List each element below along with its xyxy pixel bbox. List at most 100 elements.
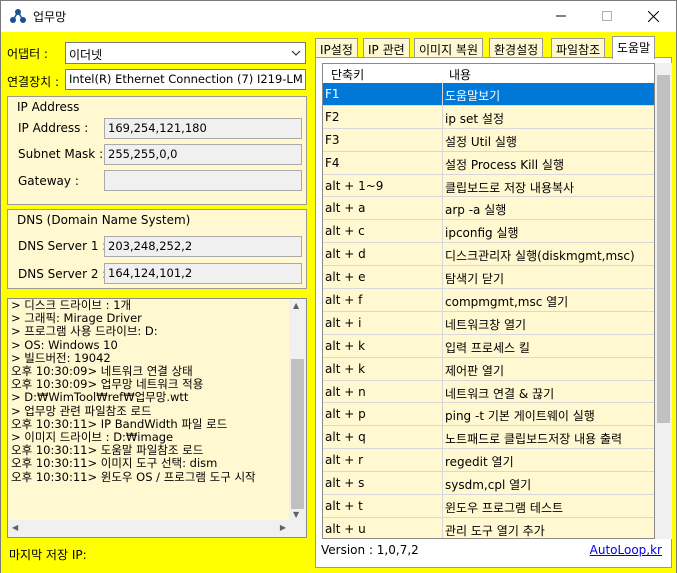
tab-image-restore[interactable]: 이미지 복원 bbox=[414, 38, 484, 58]
table-row[interactable]: alt + d 디스크관리자 실행(diskmgmt,msc) bbox=[323, 243, 654, 267]
column-divider bbox=[442, 220, 443, 243]
column-divider bbox=[442, 174, 443, 197]
table-row[interactable]: alt + u 관리 도구 열기 추가 bbox=[323, 517, 654, 538]
description-cell: 디스크관리자 실행(diskmgmt,msc) bbox=[445, 249, 635, 264]
table-row[interactable]: F2 ip set 설정 bbox=[323, 105, 654, 129]
scroll-up-icon[interactable]: ▲ bbox=[293, 301, 299, 310]
table-row[interactable]: alt + r regedit 열기 bbox=[323, 449, 654, 473]
help-tab-panel: 단축키 내용 F1 도움말보기 F2 ip set 설정 F3 설정 Util 실행 F4 설… bbox=[315, 57, 672, 568]
shortcut-cell: alt + 1~9 bbox=[325, 178, 384, 193]
log-line: > 업무망 관련 파일참조 로드 bbox=[11, 403, 152, 418]
description-cell: 도움말보기 bbox=[445, 89, 501, 103]
table-row[interactable]: alt + i 네트워크창 열기 bbox=[323, 311, 654, 335]
shortcut-cell: F3 bbox=[325, 132, 340, 147]
shortcut-cell: alt + q bbox=[325, 430, 366, 445]
table-row[interactable]: F4 설정 Process Kill 실행 bbox=[323, 151, 654, 175]
log-line: 오후 10:30:11> 이미지 도구 선택: dism bbox=[11, 456, 218, 471]
table-row[interactable]: alt + a arp -a 실행 bbox=[323, 197, 654, 221]
shortcut-cell: alt + p bbox=[325, 407, 366, 422]
shortcut-cell: alt + k bbox=[325, 338, 366, 353]
table-row[interactable]: alt + f compmgmt,msc 열기 bbox=[323, 289, 654, 312]
table-row[interactable]: alt + n 네트워크 연결 & 끊기 bbox=[323, 380, 654, 404]
tab-file-reference[interactable]: 파일참조 bbox=[551, 38, 606, 58]
gateway-field[interactable] bbox=[104, 170, 302, 191]
table-row[interactable]: alt + q 노트패드로 클립보드저장 내용 출력 bbox=[323, 426, 654, 450]
shortcut-cell: alt + f bbox=[325, 293, 363, 308]
network-app-icon bbox=[10, 9, 26, 23]
shortcut-cell: alt + s bbox=[325, 476, 365, 491]
scroll-left-icon[interactable]: ◀ bbox=[12, 523, 18, 532]
table-row[interactable]: alt + t 윈도우 프로그램 테스트 bbox=[323, 495, 654, 518]
description-cell: 설정 Process Kill 실행 bbox=[445, 157, 564, 172]
device-field: Intel(R) Ethernet Connection (7) I219-LM bbox=[65, 69, 306, 90]
table-row[interactable]: F1 도움말보기 bbox=[323, 83, 654, 106]
description-cell: compmgmt,msc 열기 bbox=[445, 295, 569, 310]
column-divider bbox=[442, 357, 443, 380]
table-vertical-scrollbar[interactable] bbox=[655, 63, 672, 539]
gateway-label: Gateway : bbox=[18, 174, 79, 188]
title-bar[interactable]: 업무망 bbox=[1, 1, 676, 31]
column-divider bbox=[442, 472, 443, 495]
tab-help[interactable]: 도움말 bbox=[612, 36, 656, 59]
table-row[interactable]: alt + e 탐색기 닫기 bbox=[323, 266, 654, 290]
dns1-field[interactable]: 203,248,252,2 bbox=[104, 236, 302, 257]
log-line: > D:₩WimTool₩ref₩업무망.wtt bbox=[11, 390, 189, 405]
minimize-icon bbox=[556, 15, 566, 17]
description-cell: 제어판 열기 bbox=[445, 363, 505, 378]
description-cell: 클립보드로 저장 내용복사 bbox=[445, 180, 575, 195]
table-row[interactable]: alt + p ping -t 기본 게이트웨이 실행 bbox=[323, 403, 654, 427]
column-divider bbox=[442, 334, 443, 357]
window-title: 업무망 bbox=[33, 10, 67, 24]
table-row[interactable]: alt + 1~9 클립보드로 저장 내용복사 bbox=[323, 174, 654, 198]
table-row[interactable]: alt + c ipconfig 실행 bbox=[323, 220, 654, 244]
subnet-mask-field[interactable]: 255,255,0,0 bbox=[104, 144, 302, 165]
dns2-label: DNS Server 2 : bbox=[18, 267, 107, 281]
column-divider bbox=[442, 495, 443, 517]
description-cell: ping -t 기본 게이트웨이 실행 bbox=[445, 409, 595, 424]
description-cell: 윈도우 프로그램 테스트 bbox=[445, 501, 564, 516]
ip-address-field[interactable]: 169,254,121,180 bbox=[104, 118, 302, 139]
maximize-icon bbox=[602, 11, 612, 21]
column-divider bbox=[442, 426, 443, 449]
column-divider bbox=[442, 197, 443, 220]
table-scroll-thumb[interactable] bbox=[657, 75, 670, 423]
description-cell: sysdm,cpl 열기 bbox=[445, 478, 532, 493]
close-button[interactable] bbox=[630, 1, 676, 31]
log-textbox[interactable]: > 디스크 드라이브 : 1개 > 그래픽: Mirage Driver > 프로그… bbox=[7, 298, 307, 538]
device-label: 연결장치 : bbox=[7, 75, 60, 89]
table-row[interactable]: F3 설정 Util 실행 bbox=[323, 128, 654, 152]
scroll-down-icon[interactable]: ▼ bbox=[293, 510, 299, 519]
tab-ip-settings[interactable]: IP설정 bbox=[315, 38, 358, 58]
log-horizontal-scrollbar[interactable]: ◀ ▶ bbox=[8, 520, 306, 537]
shortcut-cell: F1 bbox=[325, 87, 340, 101]
description-cell: 네트워크창 열기 bbox=[445, 317, 527, 332]
left-panel: 어댑터 : 이더넷 연결장치 : Intel(R) Ethernet Conne… bbox=[1, 32, 313, 573]
description-cell: 설정 Util 실행 bbox=[445, 134, 517, 149]
description-cell: arp -a 실행 bbox=[445, 203, 507, 218]
dns2-field[interactable]: 164,124,101,2 bbox=[104, 263, 302, 284]
shortcut-cell: alt + d bbox=[325, 247, 366, 262]
shortcut-cell: alt + a bbox=[325, 201, 366, 216]
minimize-button[interactable] bbox=[538, 1, 584, 31]
shortcut-cell: F2 bbox=[325, 109, 340, 124]
column-header-description[interactable]: 내용 bbox=[449, 66, 471, 83]
adapter-select[interactable]: 이더넷 bbox=[65, 42, 306, 64]
tab-environment[interactable]: 환경설정 bbox=[489, 38, 544, 58]
table-row[interactable]: alt + s sysdm,cpl 열기 bbox=[323, 472, 654, 496]
description-cell: regedit 열기 bbox=[445, 455, 514, 470]
app-window: 업무망 어댑터 : 이더넷 연결장치 : Intel(R) Ethernet C… bbox=[0, 0, 677, 573]
table-row[interactable]: alt + k 입력 프로세스 킬 bbox=[323, 334, 654, 358]
scroll-right-icon[interactable]: ▶ bbox=[280, 523, 286, 532]
tab-ip-related[interactable]: IP 관련 bbox=[363, 38, 410, 58]
table-row[interactable]: alt + k 제어판 열기 bbox=[323, 357, 654, 381]
log-vertical-scrollbar[interactable]: ▲ ▼ bbox=[289, 299, 306, 521]
column-header-shortcut[interactable]: 단축키 bbox=[331, 66, 364, 83]
log-scroll-thumb[interactable] bbox=[291, 359, 304, 509]
shortcut-table[interactable]: 단축키 내용 F1 도움말보기 F2 ip set 설정 F3 설정 Util 실행 F4 설… bbox=[322, 63, 655, 539]
maximize-button[interactable] bbox=[584, 1, 630, 31]
close-icon bbox=[647, 10, 659, 22]
scroll-corner bbox=[289, 520, 306, 537]
chevron-down-icon bbox=[291, 50, 301, 56]
description-cell: 입력 프로세스 킬 bbox=[445, 340, 530, 355]
autoloop-link[interactable]: AutoLoop,kr bbox=[590, 543, 662, 557]
